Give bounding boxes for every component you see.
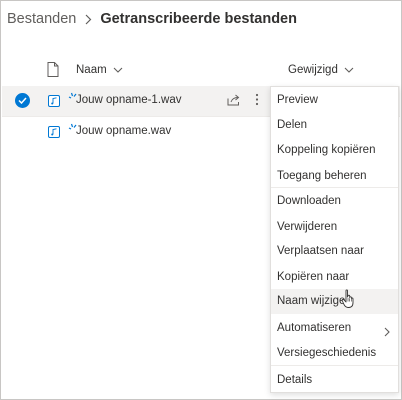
audio-file-icon — [48, 125, 60, 143]
menu-item-preview[interactable]: Preview — [277, 94, 318, 106]
column-header-modified[interactable]: Gewijzigd — [288, 64, 354, 76]
menu-item-copy-to[interactable]: Kopiëren naar — [277, 271, 349, 283]
chevron-down-icon — [113, 67, 123, 73]
audio-file-icon — [48, 94, 60, 112]
breadcrumb-root-link[interactable]: Bestanden — [7, 11, 76, 27]
files-view: Bestanden Getranscribeerde bestanden Naa… — [0, 0, 402, 400]
chevron-right-icon — [384, 324, 390, 342]
menu-item-share[interactable]: Delen — [277, 119, 307, 131]
menu-item-move-to[interactable]: Verplaatsen naar — [277, 245, 364, 257]
chevron-down-icon — [344, 67, 354, 73]
column-header-name[interactable]: Naam — [76, 64, 123, 76]
menu-item-copy-link[interactable]: Koppeling kopiëren — [277, 144, 375, 156]
menu-divider — [271, 365, 398, 366]
column-header-modified-label: Gewijzigd — [288, 64, 338, 76]
file-name-link[interactable]: Jouw opname.wav — [76, 125, 171, 137]
menu-item-download[interactable]: Downloaden — [277, 195, 341, 207]
breadcrumb: Bestanden Getranscribeerde bestanden — [7, 8, 297, 30]
column-header-name-label: Naam — [76, 64, 107, 76]
menu-item-automate[interactable]: Automatiseren — [277, 322, 351, 334]
more-options-icon[interactable] — [255, 93, 259, 109]
file-type-header-icon[interactable] — [47, 62, 59, 82]
chevron-right-icon — [85, 14, 92, 25]
menu-divider — [271, 187, 398, 188]
share-icon[interactable] — [227, 93, 240, 111]
column-header-row: Naam Gewijzigd — [2, 57, 400, 85]
selected-check-icon[interactable] — [15, 93, 30, 108]
menu-item-manage-access[interactable]: Toegang beheren — [277, 170, 367, 182]
menu-item-delete[interactable]: Verwijderen — [277, 221, 337, 233]
context-menu: Preview Delen Koppeling kopiëren Toegang… — [270, 86, 399, 393]
hand-pointer-cursor-icon — [341, 289, 357, 314]
file-name-link[interactable]: Jouw opname-1.wav — [76, 94, 181, 106]
breadcrumb-current: Getranscribeerde bestanden — [100, 11, 297, 27]
menu-item-details[interactable]: Details — [277, 374, 312, 386]
menu-item-version-history[interactable]: Versiegeschiedenis — [277, 347, 376, 359]
